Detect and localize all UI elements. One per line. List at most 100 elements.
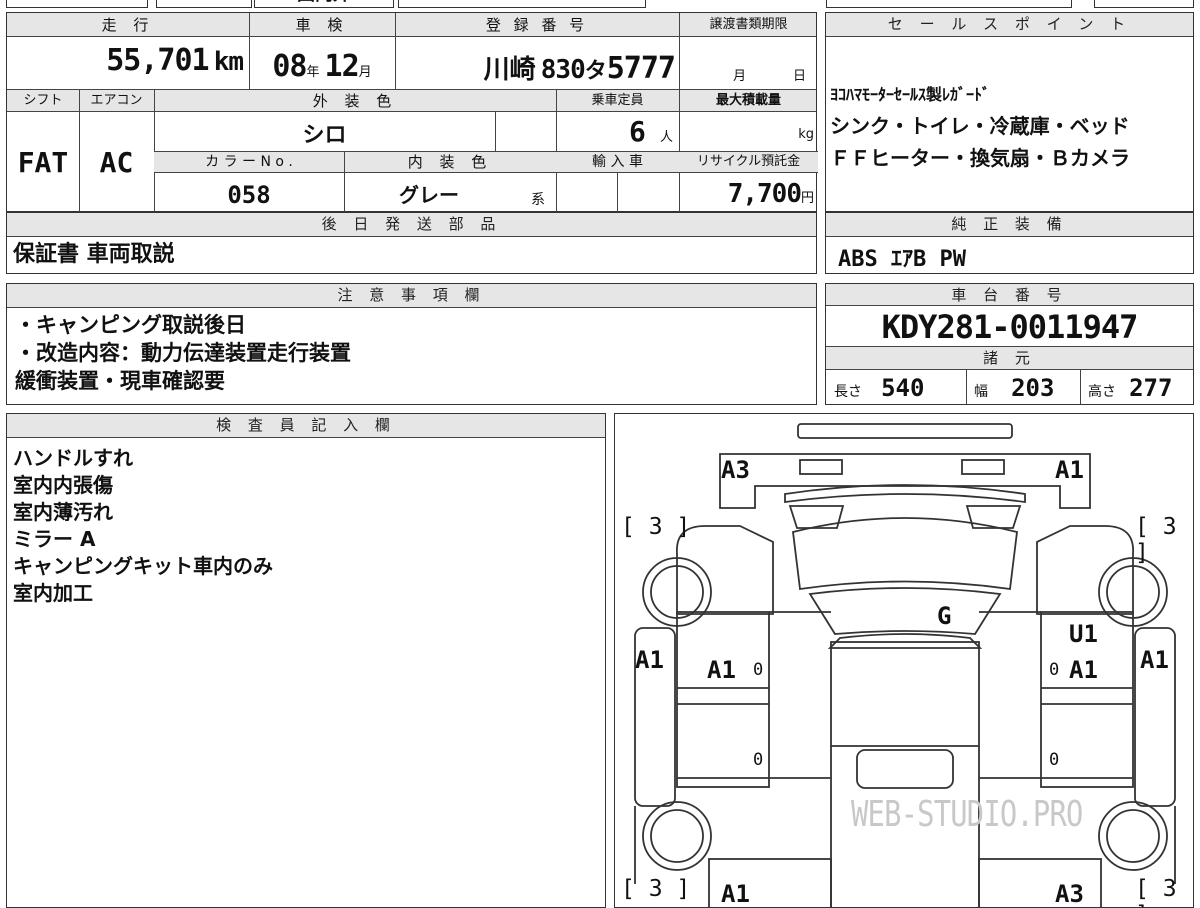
transfer-month-unit: 月 [733, 69, 747, 84]
interior-color-value: グレー [399, 183, 459, 207]
later-parts-label: 後 日 発 送 部 品 [7, 213, 816, 237]
registration-value-cell: 川崎 830タ5777 [395, 49, 679, 89]
mileage-value: 55,701 [106, 43, 209, 78]
mark-right-door-top: U1 [1069, 620, 1098, 648]
transfer-label: 譲渡書類期限 [709, 17, 788, 32]
mark-left-side: A1 [635, 646, 664, 674]
inspector-line-4: ミラー A [13, 527, 96, 551]
registration-kana: タ [584, 59, 607, 84]
registration-city: 川崎 [483, 55, 536, 85]
color-no-value: 058 [227, 181, 271, 209]
mark-zero-2: 0 [1049, 660, 1060, 680]
specs-label: 諸 元 [826, 346, 1193, 370]
recycle-value-cell: 7,700円 [679, 179, 818, 209]
max-load-unit: kg [798, 127, 814, 142]
recycle-value: 7,700 [727, 179, 802, 209]
notes-line-1: ・キャンピング取説後日 [15, 313, 246, 337]
mark-right-side: A1 [1140, 646, 1169, 674]
length-label: 長さ [834, 384, 862, 400]
mark-rear-left: A1 [721, 880, 750, 908]
transfer-value-cell: 月 日 [679, 65, 818, 89]
sales-points-box: セ ー ル ス ポ イ ン ト ﾖｺﾊﾏﾓｰﾀｰｾｰﾙｽ製ﾚｶﾞｰﾄﾞ シンク・… [825, 12, 1194, 212]
registration-label: 登 録 番 号 [485, 16, 589, 34]
mileage-label: 走 行 [101, 16, 155, 34]
ac-label: エアコン [90, 93, 143, 108]
sales-points-line-1: ﾖｺﾊﾏﾓｰﾀｰｾｰﾙｽ製ﾚｶﾞｰﾄﾞ [830, 85, 991, 104]
later-parts-value: 保証書 車両取説 [13, 242, 175, 267]
registration-class: 830 [540, 55, 586, 85]
mark-right-door: A1 [1069, 656, 1098, 684]
genuine-equipment-label: 純 正 装 備 [826, 213, 1193, 237]
width-label: 幅 [974, 384, 988, 400]
registration-number: 5777 [606, 51, 676, 86]
mark-rear-right: A3 [1055, 880, 1084, 908]
later-parts-box: 後 日 発 送 部 品 保証書 車両取説 [6, 212, 817, 274]
mark-left-door: A1 [707, 656, 736, 684]
length-value: 540 [881, 374, 925, 402]
notes-label: 注 意 事 項 欄 [7, 284, 816, 308]
shift-value: FAT [17, 146, 69, 179]
sales-points-label: セ ー ル ス ポ イ ン ト [826, 13, 1193, 37]
genuine-equipment-box: 純 正 装 備 ABS ｴｱB PW [825, 212, 1194, 274]
mark-zero-4: 0 [1049, 750, 1060, 770]
vehicle-info-grid: 走 行 車 検 登 録 番 号 譲渡書類期限 55,701 km 08年 12月… [6, 12, 818, 213]
capacity-value-cell: 6 人 [556, 115, 679, 148]
sales-points-line-2: シンク・トイレ・冷蔵庫・ベッド [830, 114, 1130, 138]
max-load-label: 最大積載量 [715, 93, 781, 108]
capacity-unit: 人 [659, 130, 673, 145]
inspector-line-1: ハンドルすれ [13, 446, 133, 470]
mark-windshield: G [937, 602, 952, 630]
notes-line-2: ・改造内容：動力伝達装置走行装置 [15, 341, 351, 365]
height-label: 高さ [1088, 384, 1116, 400]
grade-left-top: [ 3 ] [621, 514, 691, 540]
inspector-line-2: 室内内張傷 [13, 473, 113, 497]
inspection-year-unit: 年 [306, 65, 320, 80]
sales-points-line-3: ＦＦヒーター・換気扇・Ｂカメラ [830, 146, 1130, 170]
width-value: 203 [1011, 374, 1055, 402]
inspection-label: 車 検 [295, 16, 349, 34]
genuine-equipment-value: ABS ｴｱB PW [838, 247, 966, 272]
import-label: 輸 入 車 [592, 154, 643, 170]
exterior-color-label: 外 装 色 [312, 92, 398, 110]
grade-right-top: [ 3 ] [1135, 514, 1177, 566]
chassis-box: 車 台 番 号 KDY281-0011947 諸 元 長さ 540 幅 203 … [825, 283, 1194, 405]
diagram-watermark: WEB-STUDIO.PRO [851, 794, 1083, 835]
shift-label: シフト [23, 93, 63, 108]
inspector-line-5: キャンピングキット車内のみ [13, 554, 273, 578]
height-cell: 高さ 277 [1088, 374, 1192, 402]
inspection-month: 12 [324, 49, 360, 84]
height-value: 277 [1129, 374, 1173, 402]
inspector-label: 検 査 員 記 入 欄 [7, 414, 605, 438]
interior-color-label: 内 装 色 [407, 153, 493, 171]
notes-box: 注 意 事 項 欄 ・キャンピング取説後日 ・改造内容：動力伝達装置走行装置 緩… [6, 283, 817, 405]
mileage-unit: km [213, 47, 244, 77]
inspection-year: 08 [272, 49, 307, 84]
inspection-month-unit: 月 [358, 65, 372, 80]
chassis-value: KDY281-0011947 [881, 308, 1139, 346]
transfer-day-unit: 日 [793, 69, 807, 84]
inspector-line-3: 室内薄汚れ [13, 500, 113, 524]
length-cell: 長さ 540 [834, 374, 964, 402]
grade-left-bottom: [ 3 ] [621, 876, 691, 902]
ac-value: AC [99, 146, 134, 179]
mark-zero-1: 0 [753, 660, 764, 680]
inspector-line-6: 室内加工 [13, 581, 93, 605]
mark-front-left: A3 [721, 456, 750, 484]
recycle-label: リサイクル預託金 [696, 154, 801, 169]
damage-diagram-box: WEB-STUDIO.PRO A3 A1 [ 3 ] [ 3 ] G U1 A1… [614, 413, 1194, 908]
chassis-label: 車 台 番 号 [826, 284, 1193, 306]
mileage-value-cell: 55,701 km [7, 43, 247, 87]
recycle-unit: 円 [800, 191, 814, 206]
width-cell: 幅 203 [974, 374, 1078, 402]
capacity-label: 乗車定員 [591, 93, 644, 108]
capacity-value: 6 [629, 115, 646, 148]
notes-line-3: 緩衝装置・現車確認要 [15, 369, 225, 393]
mark-zero-3: 0 [753, 750, 764, 770]
grade-right-bottom: [ 3 ] [1135, 876, 1177, 907]
interior-color-suffix: 系 [531, 192, 545, 208]
top-strip: 国内外 [6, 0, 1194, 8]
exterior-color-value: シロ [302, 123, 347, 148]
top-strip-fragment: 国内外 [254, 0, 394, 8]
inspection-value-cell: 08年 12月 [249, 49, 395, 89]
inspector-box: 検 査 員 記 入 欄 ハンドルすれ 室内内張傷 室内薄汚れ ミラー A キャン… [6, 413, 606, 908]
